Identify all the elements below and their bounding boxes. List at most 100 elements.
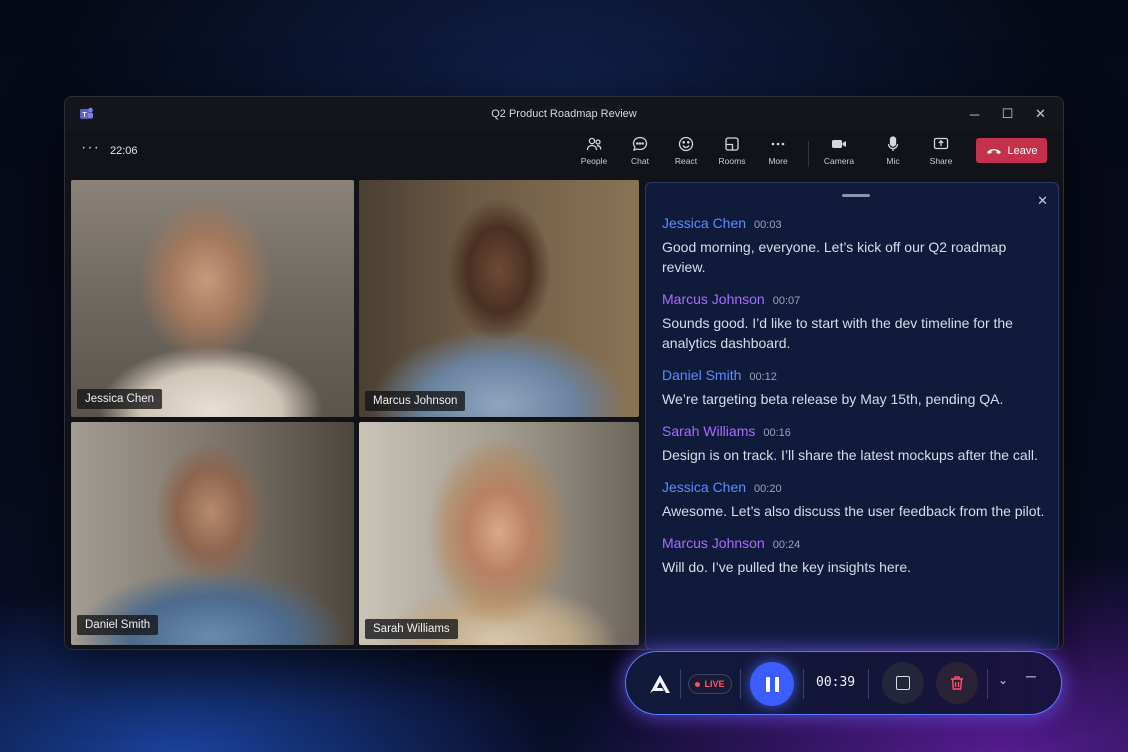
meeting-options-button[interactable]: ··· (81, 139, 100, 157)
participant-name: Marcus Johnson (365, 391, 466, 411)
transcript-text: Good morning, everyone. Let’s kick off o… (662, 239, 1007, 275)
recorder-divider (868, 669, 869, 699)
window-title: Q2 Product Roadmap Review (491, 108, 637, 120)
pause-icon-bar (774, 676, 779, 692)
drag-handle[interactable] (842, 194, 870, 197)
recorder-divider (740, 669, 741, 699)
transcript-text: Will do. I’ve pulled the key insights he… (662, 559, 912, 575)
timestamp: 00:24 (772, 539, 801, 551)
maximize-button[interactable]: ☐ (991, 97, 1024, 131)
speaker-name: Sarah Williams (662, 423, 756, 439)
video-tile-marcus-johnson[interactable]: Marcus Johnson (359, 180, 639, 417)
react-icon (678, 136, 694, 152)
minimize-recorder-button[interactable]: ─ (1026, 668, 1036, 684)
camera-label: Camera (823, 156, 855, 166)
trash-icon (951, 676, 963, 690)
svg-text:T: T (82, 112, 87, 119)
camera-icon (832, 140, 846, 148)
timestamp: 00:20 (754, 483, 782, 495)
toolbar-divider (808, 141, 809, 167)
participant-name: Daniel Smith (77, 615, 159, 635)
rooms-button[interactable]: Rooms (709, 135, 755, 166)
transcript-text: Awesome. Let’s also discuss the user fee… (662, 503, 1045, 519)
react-label: React (674, 156, 698, 166)
chat-button[interactable]: Chat (617, 135, 663, 166)
mic-icon (887, 136, 899, 151)
timestamp: 00:16 (763, 427, 791, 439)
speaker-name: Jessica Chen (662, 215, 747, 231)
people-icon (586, 137, 602, 151)
transcript-entry-header: Marcus Johnson 00:07 (662, 291, 1050, 309)
more-label: More (768, 156, 788, 166)
transcript-entry: Marcus Johnson 00:24 Will do. I’ve pulled … (662, 535, 1050, 577)
recorder-divider (987, 669, 988, 699)
title-bar: T Q2 Product Roadmap Review ─ ☐ ✕ (65, 97, 1063, 131)
teams-logo-icon: T (80, 107, 93, 119)
leave-button[interactable]: Leave (976, 138, 1047, 163)
delete-recording-button[interactable] (936, 662, 978, 704)
recorder-divider (680, 669, 681, 699)
transcript-entry: Jessica Chen 00:03 Good morning, everyone.… (662, 215, 1050, 277)
meeting-window: T Q2 Product Roadmap Review ─ ☐ ✕ ··· 22… (64, 96, 1064, 650)
transcript-entry-header: Marcus Johnson 00:24 (662, 535, 1050, 553)
leave-label: Leave (1007, 144, 1038, 157)
timestamp: 00:03 (754, 219, 782, 231)
transcript-text: Design is on track. I’ll share the lates… (662, 447, 1038, 463)
recorder-logo-icon (650, 675, 670, 693)
pause-icon (765, 676, 770, 692)
timestamp: 00:12 (749, 371, 777, 383)
react-button[interactable]: React (663, 135, 709, 166)
share-icon (933, 137, 949, 150)
stop-icon (896, 676, 910, 690)
people-button[interactable]: People (571, 135, 617, 166)
chevron-down-icon[interactable]: ⌄ (998, 673, 1008, 687)
transcript-entry: Daniel Smith 00:12 We’re targeting beta re… (662, 367, 1050, 409)
speaker-name: Marcus Johnson (662, 535, 765, 551)
mic-button[interactable]: Mic (870, 135, 916, 166)
camera-button[interactable]: Camera (816, 135, 862, 166)
rooms-label: Rooms (718, 156, 746, 166)
speaker-name: Jessica Chen (662, 479, 747, 495)
transcript-entry-header: Daniel Smith 00:12 (662, 367, 1050, 385)
close-window-button[interactable]: ✕ (1024, 97, 1057, 131)
transcript-entry-header: Jessica Chen 00:03 (662, 215, 1050, 233)
video-tile-jessica-chen[interactable]: Jessica Chen (71, 180, 354, 417)
recorder-divider (803, 669, 804, 699)
mic-label: Mic (886, 156, 900, 166)
live-label: LIVE (704, 679, 725, 689)
more-icon (771, 142, 785, 146)
rooms-icon (725, 137, 739, 151)
share-label: Share (929, 156, 953, 166)
timestamp: 00:07 (772, 295, 801, 307)
speaker-name: Daniel Smith (662, 367, 742, 383)
video-tile-daniel-smith[interactable]: Daniel Smith (71, 422, 354, 645)
pause-button[interactable] (750, 662, 794, 706)
recording-timer: 00:39 (816, 675, 856, 690)
recording-bar: LIVE 00:39 ⌄ ─ (625, 651, 1062, 715)
transcript-panel: ✕ Jessica Chen 00:03 Good morning, everyon… (645, 182, 1059, 649)
transcript-text: We’re targeting beta release by May 15th… (662, 391, 1004, 407)
transcript-entry-header: Sarah Williams 00:16 (662, 423, 1050, 441)
video-tile-sarah-williams[interactable]: Sarah Williams (359, 422, 639, 645)
transcript-list: Jessica Chen 00:03 Good morning, everyone.… (662, 215, 1050, 591)
transcript-entry: Sarah Williams 00:16 Design is on track. I… (662, 423, 1050, 465)
live-dot-icon (695, 681, 701, 687)
people-label: People (580, 156, 608, 166)
stop-button[interactable] (882, 662, 924, 704)
transcript-entry: Marcus Johnson 00:07 Sounds good. I’d like… (662, 291, 1050, 353)
share-button[interactable]: Share (918, 135, 964, 166)
chat-label: Chat (631, 156, 649, 166)
participant-name: Jessica Chen (77, 389, 163, 409)
transcript-entry: Jessica Chen 00:20 Awesome. Let’s also dis… (662, 479, 1050, 521)
hang-up-icon (986, 148, 1001, 154)
speaker-name: Marcus Johnson (662, 291, 765, 307)
close-transcript-button[interactable]: ✕ (1037, 193, 1048, 209)
transcript-entry-header: Jessica Chen 00:20 (662, 479, 1050, 497)
chat-icon (632, 136, 648, 151)
meeting-time: 22:06 (110, 145, 138, 157)
minimize-button[interactable]: ─ (958, 97, 991, 131)
transcript-text: Sounds good. I’d like to start with the … (662, 315, 1013, 351)
meeting-toolbar: ··· 22:06 People Chat React Rooms More C… (65, 131, 1063, 173)
live-badge: LIVE (688, 674, 732, 694)
more-button[interactable]: More (755, 135, 801, 166)
